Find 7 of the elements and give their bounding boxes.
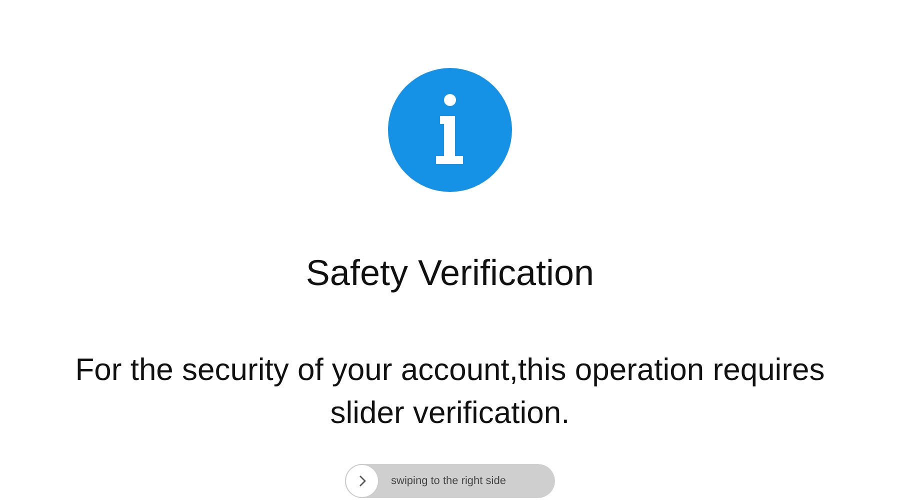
chevron-icon [357, 475, 367, 487]
info-icon [388, 68, 512, 192]
slider-label: swiping to the right side [391, 475, 506, 487]
slider-track[interactable]: swiping to the right side [345, 464, 555, 498]
slider-handle[interactable] [345, 464, 379, 498]
message-text: For the security of your account,this operation requires slider verification. [74, 351, 826, 432]
page-title: Safety Verification [306, 252, 594, 294]
